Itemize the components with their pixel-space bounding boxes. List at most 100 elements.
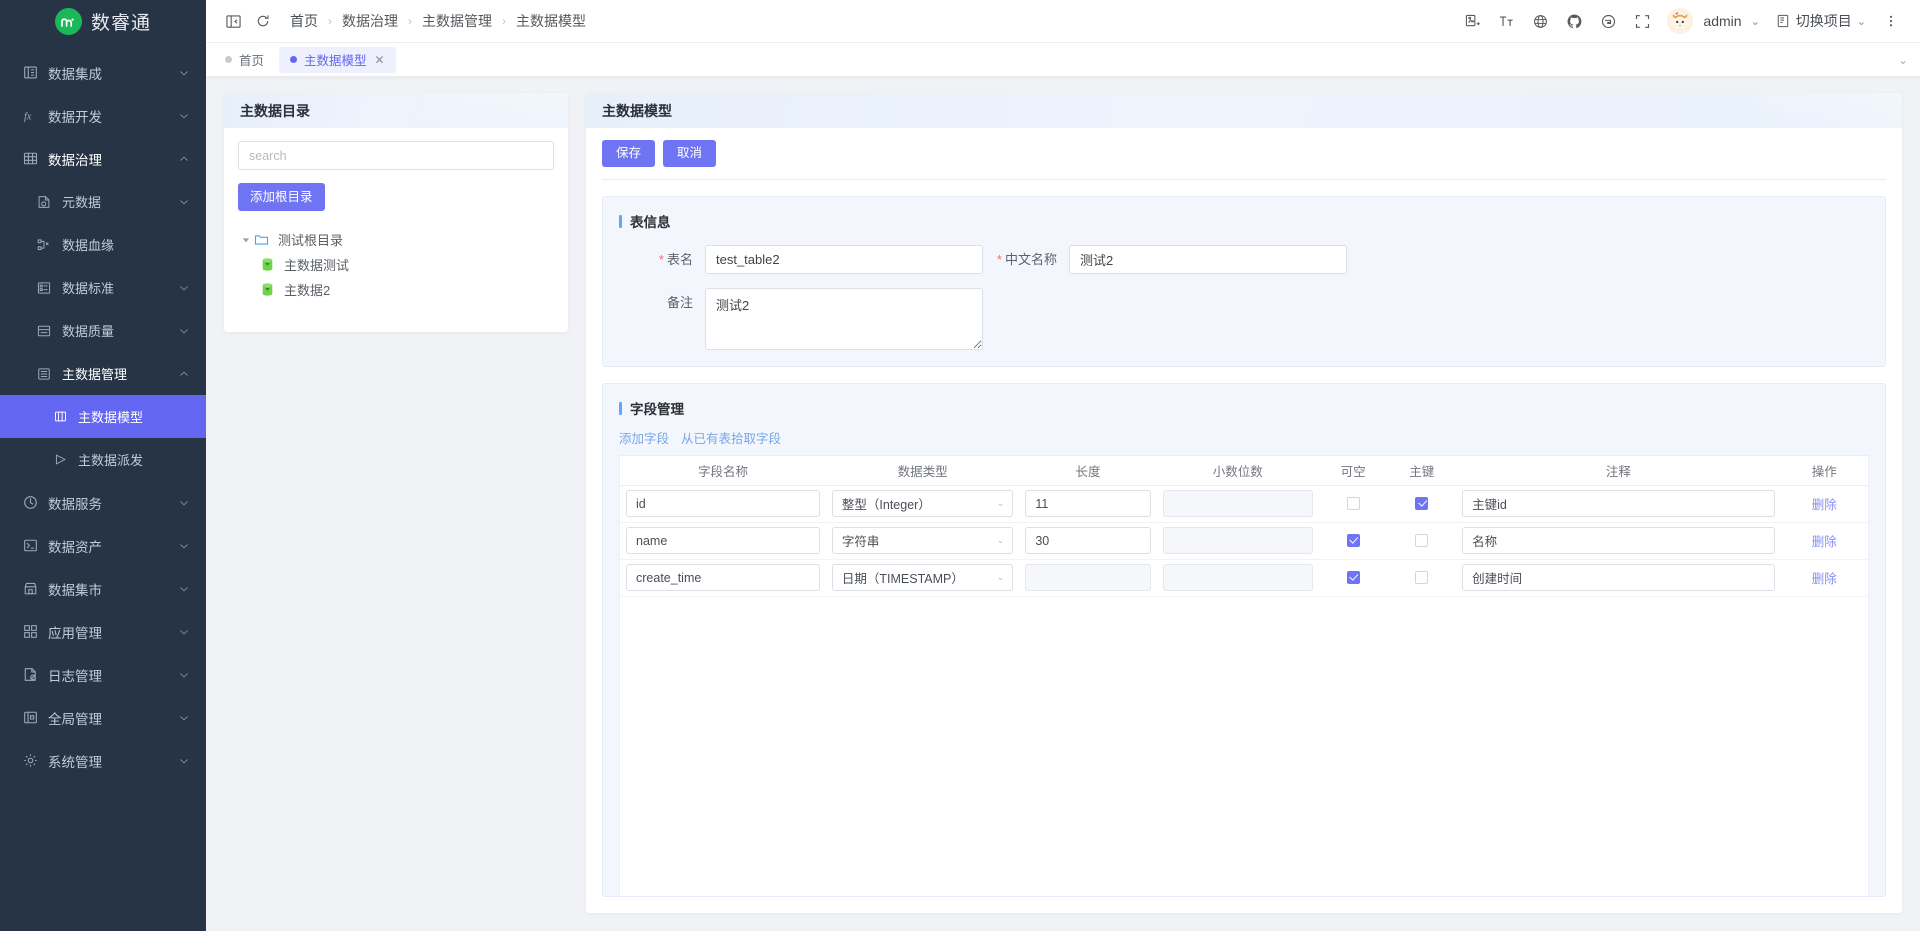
quality-icon	[36, 323, 52, 339]
switch-project-button[interactable]: 切换项目 ⌄	[1776, 11, 1872, 31]
save-button[interactable]: 保存	[602, 140, 656, 167]
breadcrumb-item-3[interactable]: 主数据模型	[516, 11, 586, 31]
scale-input-2[interactable]	[1162, 564, 1313, 591]
switch-project-label: 切换项目	[1795, 13, 1852, 29]
sidebar-item-7[interactable]: 主数据管理	[0, 352, 206, 395]
fields-table-wrapper: 字段名称数据类型长度小数位数可空主键注释操作 整型（Integer）⌄删除字符串…	[619, 455, 1869, 896]
nullable-checkbox-1-cell	[1318, 522, 1388, 560]
fullscreen-icon[interactable]	[1627, 6, 1657, 36]
sidebar-item-label: 数据标准	[62, 281, 115, 296]
nullable-checkbox-2[interactable]	[1346, 570, 1360, 584]
cancel-button[interactable]: 取消	[663, 140, 717, 167]
language-icon[interactable]	[1525, 6, 1555, 36]
field-name-input-1[interactable]	[626, 527, 820, 554]
table-row: 日期（TIMESTAMP） ⌄ 删除	[620, 559, 1868, 597]
delete-field-link-0[interactable]: 删除	[1812, 498, 1837, 512]
scale-input-0[interactable]	[1162, 490, 1313, 517]
sidebar-item-9[interactable]: 主数据派发	[0, 438, 206, 481]
sidebar-item-4[interactable]: 数据血缘	[0, 223, 206, 266]
data-type-select-0[interactable]: 整型（Integer） ⌄	[831, 490, 1014, 517]
sidebar-item-13[interactable]: 应用管理	[0, 610, 206, 653]
data-type-select-0-value: 整型（Integer）	[841, 498, 931, 512]
field-name-input-2[interactable]	[626, 564, 820, 591]
sidebar-item-14[interactable]: 日志管理	[0, 653, 206, 696]
lineage-icon	[36, 237, 52, 253]
sidebar-item-1[interactable]: fx 数据开发	[0, 94, 206, 137]
tab-1[interactable]: 主数据模型 ✕	[279, 46, 396, 73]
sidebar-item-12[interactable]: 数据集市	[0, 567, 206, 610]
sidebar-item-label: 全局管理	[48, 711, 102, 727]
data-type-select-1[interactable]: 字符串 ⌄	[831, 527, 1014, 554]
fields-column-header-7: 操作	[1780, 456, 1868, 486]
primary-key-checkbox-0[interactable]	[1415, 496, 1429, 510]
fields-column-header-3: 小数位数	[1156, 456, 1319, 486]
breadcrumb-separator: ›	[328, 14, 332, 28]
length-input-0[interactable]	[1025, 490, 1151, 517]
table-name-input[interactable]	[705, 245, 983, 274]
avatar[interactable]	[1667, 8, 1694, 34]
cn-name-input[interactable]	[1069, 245, 1347, 274]
user-name[interactable]: admin	[1703, 13, 1741, 29]
add-field-link[interactable]: 添加字段	[619, 428, 669, 447]
breadcrumb-item-0[interactable]: 首页	[290, 11, 318, 31]
field-name-input-0[interactable]	[626, 490, 820, 517]
pick-field-link[interactable]: 从已有表拾取字段	[681, 428, 781, 447]
comment-input-1[interactable]	[1462, 527, 1775, 554]
tree-node-1[interactable]: 主数据测试	[238, 252, 554, 277]
tab-0[interactable]: 首页	[214, 47, 275, 73]
tree-node-0[interactable]: 测试根目录	[238, 227, 554, 252]
tabstrip-overflow-icon[interactable]: ⌄	[1898, 53, 1908, 67]
nullable-checkbox-1[interactable]	[1346, 533, 1360, 547]
sidebar-item-label: 日志管理	[48, 668, 102, 684]
comment-input-0[interactable]	[1462, 490, 1775, 517]
length-input-2[interactable]	[1025, 564, 1151, 591]
delete-field-link-1[interactable]: 删除	[1812, 535, 1837, 549]
operation-cell: 删除	[1780, 522, 1868, 560]
primary-key-checkbox-0-cell	[1387, 485, 1457, 523]
sidebar-item-label: 主数据模型	[78, 410, 144, 425]
breadcrumb-item-2[interactable]: 主数据管理	[422, 11, 492, 31]
sidebar-item-3[interactable]: 元数据	[0, 180, 206, 223]
user-chevron-down-icon[interactable]: ⌄	[1751, 15, 1760, 28]
sidebar-item-6[interactable]: 数据质量	[0, 309, 206, 352]
sidebar-item-2[interactable]: 数据治理	[0, 137, 206, 180]
sidebar-item-8[interactable]: 主数据模型	[0, 395, 206, 438]
sidebar-item-5[interactable]: 数据标准	[0, 266, 206, 309]
tab-close-icon[interactable]: ✕	[375, 53, 385, 67]
search-input[interactable]	[238, 141, 554, 170]
sidebar-item-0[interactable]: 数据集成	[0, 51, 206, 94]
sidebar-item-15[interactable]: 全局管理	[0, 696, 206, 739]
gitee-icon[interactable]	[1593, 6, 1623, 36]
scale-input-1[interactable]	[1162, 527, 1313, 554]
tree-node-2[interactable]: 主数据2	[238, 277, 554, 302]
comment-input-2[interactable]	[1462, 564, 1775, 591]
primary-key-checkbox-2[interactable]	[1415, 570, 1429, 584]
chevron-down-icon	[178, 196, 190, 208]
refresh-icon[interactable]	[248, 6, 278, 36]
fields-column-header-6: 注释	[1456, 456, 1781, 486]
collapse-menu-icon[interactable]	[218, 6, 248, 36]
sidebar-item-label: 数据集成	[48, 66, 102, 82]
length-input-0-cell	[1019, 485, 1157, 523]
screenshot-icon[interactable]	[1457, 6, 1487, 36]
github-icon[interactable]	[1559, 6, 1589, 36]
sidebar-item-label: 数据质量	[62, 324, 115, 339]
tree-expand-caret-icon[interactable]	[238, 236, 254, 244]
add-root-directory-button[interactable]: 添加根目录	[238, 183, 325, 211]
delete-field-link-2[interactable]: 删除	[1812, 572, 1837, 586]
font-size-icon[interactable]	[1491, 6, 1521, 36]
primary-key-checkbox-1[interactable]	[1415, 533, 1429, 547]
length-input-1[interactable]	[1025, 527, 1151, 554]
breadcrumb-item-1[interactable]: 数据治理	[342, 11, 398, 31]
sidebar-item-10[interactable]: 数据服务	[0, 481, 206, 524]
nullable-checkbox-0[interactable]	[1346, 496, 1360, 510]
app-logo[interactable]: 数睿通	[0, 0, 206, 43]
section-bar-icon	[619, 214, 622, 228]
remark-textarea[interactable]	[705, 288, 983, 350]
sidebar-item-11[interactable]: 数据资产	[0, 524, 206, 567]
tab-strip: 首页 主数据模型 ✕ ⌄	[206, 43, 1920, 77]
more-vertical-icon[interactable]	[1876, 6, 1906, 36]
data-type-select-2[interactable]: 日期（TIMESTAMP） ⌄	[831, 564, 1014, 591]
sidebar-item-label: 主数据派发	[78, 453, 144, 468]
sidebar-item-16[interactable]: 系统管理	[0, 739, 206, 782]
